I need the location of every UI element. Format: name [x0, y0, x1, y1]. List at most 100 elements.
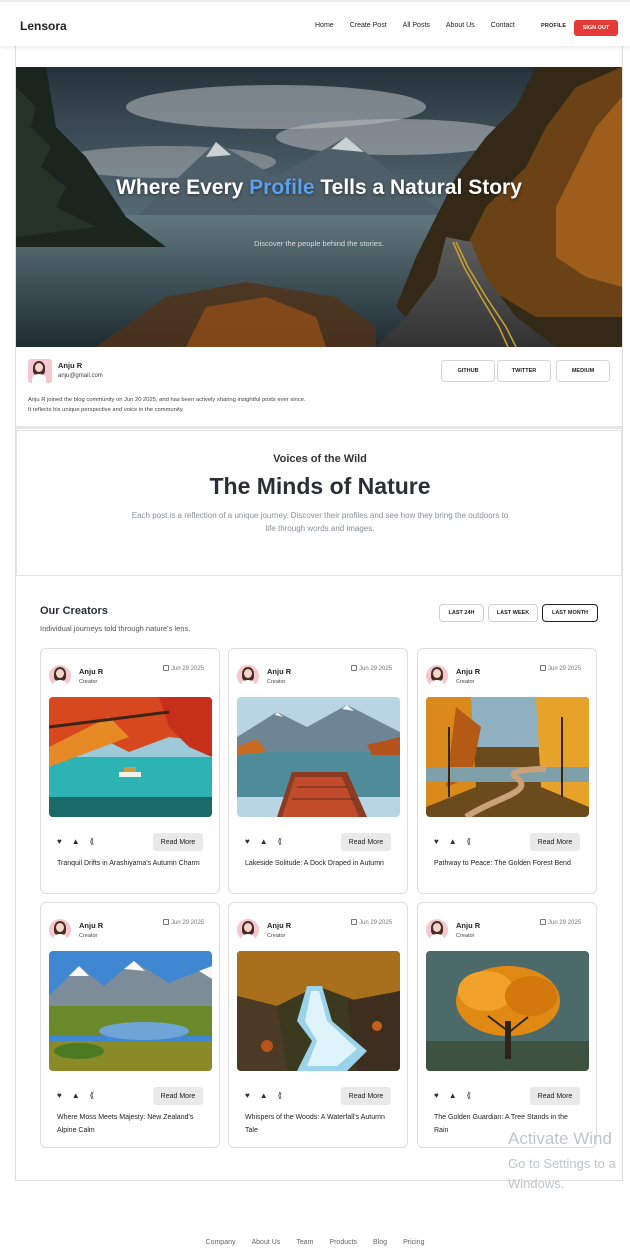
card-image[interactable] [49, 951, 212, 1071]
card-image[interactable] [237, 951, 400, 1071]
sign-out-button[interactable]: SIGN OUT [574, 20, 618, 36]
heart-icon[interactable]: ♥ [57, 1091, 62, 1100]
card-caption: Whispers of the Woods: A Waterfall's Aut… [245, 1114, 385, 1134]
card-caption: Where Moss Meets Majesty: New Zealand's … [57, 1114, 194, 1134]
card-role: Creator [267, 933, 286, 939]
read-more-button[interactable]: Read More [530, 1087, 580, 1105]
heart-icon[interactable]: ♥ [434, 837, 439, 846]
profile-name: Anju R [58, 361, 83, 370]
profile-link[interactable]: PROFILE [541, 23, 566, 29]
card-author: Anju R [267, 667, 292, 676]
twitter-button[interactable]: TWITTER [497, 360, 551, 382]
comment-icon[interactable]: ▲ [449, 1091, 457, 1100]
read-more-button[interactable]: Read More [153, 1087, 203, 1105]
comment-icon[interactable]: ▲ [260, 1091, 268, 1100]
calendar-icon [163, 665, 169, 671]
card-actions: ♥ ▲ ⟪ [245, 1091, 282, 1100]
nav-link-create-post[interactable]: Create Post [350, 22, 387, 29]
filter-last-week[interactable]: LAST WEEK [488, 604, 538, 622]
card-role: Creator [456, 933, 475, 939]
card-date-text: Jun 29 2025 [171, 920, 205, 926]
profile-strip: Anju R anju@gmail.com Anju R joined the … [16, 347, 622, 429]
hero-subtitle: Discover the people behind the stories. [254, 239, 384, 248]
hero-title-post: Tells a Natural Story [314, 176, 522, 199]
footer-link-blog[interactable]: Blog [373, 1239, 387, 1246]
post-card[interactable]: Anju R Creator Jun 29 2025 ♥ ▲ ⟪ Read Mo… [228, 902, 408, 1148]
read-more-button[interactable]: Read More [530, 833, 580, 851]
card-role: Creator [267, 679, 286, 685]
footer-link-pricing[interactable]: Pricing [403, 1239, 424, 1246]
heart-icon[interactable]: ♥ [57, 837, 62, 846]
card-author: Anju R [267, 921, 292, 930]
card-author: Anju R [456, 921, 481, 930]
avatar [49, 919, 71, 941]
brand-logo[interactable]: Lensora [20, 19, 67, 33]
share-icon[interactable]: ⟪ [90, 837, 94, 846]
profile-bio-line: It reflects his unique perspective and v… [28, 407, 184, 413]
post-card[interactable]: Anju R Creator Jun 29 2025 ♥ ▲ ⟪ Read Mo… [40, 902, 220, 1148]
read-more-button[interactable]: Read More [341, 1087, 391, 1105]
footer-link-company[interactable]: Company [206, 1239, 236, 1246]
footer-link-team[interactable]: Team [296, 1239, 313, 1246]
card-date-text: Jun 29 2025 [171, 666, 205, 672]
hero-title: Where Every Profile Tells a Natural Stor… [16, 175, 622, 200]
card-image[interactable] [426, 951, 589, 1071]
section-title: The Minds of Nature [209, 473, 431, 499]
card-date-text: Jun 29 2025 [548, 666, 582, 672]
share-icon[interactable]: ⟪ [278, 1091, 282, 1100]
comment-icon[interactable]: ▲ [72, 837, 80, 846]
comment-icon[interactable]: ▲ [260, 837, 268, 846]
nav-link-contact[interactable]: Contact [491, 22, 515, 29]
card-image[interactable] [237, 697, 400, 817]
activation-watermark-line: Go to Settings to a [508, 1156, 616, 1171]
card-date: Jun 29 2025 [163, 665, 204, 672]
filter-last-24h[interactable]: LAST 24H [439, 604, 484, 622]
card-caption: Tranquil Drifts in Arashiyama's Autumn C… [57, 860, 200, 867]
card-role: Creator [79, 679, 98, 685]
footer-links: Company About Us Team Products Blog Pric… [0, 1239, 630, 1246]
share-icon[interactable]: ⟪ [467, 837, 471, 846]
card-date-text: Jun 29 2025 [359, 666, 393, 672]
nav-link-about-us[interactable]: About Us [446, 22, 475, 29]
comment-icon[interactable]: ▲ [72, 1091, 80, 1100]
comment-icon[interactable]: ▲ [449, 837, 457, 846]
share-icon[interactable]: ⟪ [278, 837, 282, 846]
read-more-button[interactable]: Read More [153, 833, 203, 851]
heart-icon[interactable]: ♥ [245, 837, 250, 846]
share-icon[interactable]: ⟪ [90, 1091, 94, 1100]
card-role: Creator [456, 679, 475, 685]
voices-section: Voices of the Wild The Minds of Nature E… [16, 430, 622, 576]
card-date: Jun 29 2025 [351, 919, 392, 926]
profile-bio: Anju R joined the blog community on Jun … [28, 395, 305, 415]
golden-forest-image [426, 697, 589, 817]
post-card[interactable]: Anju R Creator Jun 29 2025 ♥ ▲ ⟪ Read Mo… [40, 648, 220, 894]
card-date: Jun 29 2025 [540, 665, 581, 672]
navbar: Lensora Home Create Post All Posts About… [0, 0, 630, 46]
post-card[interactable]: Anju R Creator Jun 29 2025 ♥ ▲ ⟪ Read Mo… [417, 902, 597, 1148]
footer-link-about-us[interactable]: About Us [252, 1239, 281, 1246]
heart-icon[interactable]: ♥ [434, 1091, 439, 1100]
hero-landscape-image [16, 67, 622, 347]
avatar [237, 919, 259, 941]
card-date-text: Jun 29 2025 [359, 920, 393, 926]
avatar [28, 359, 52, 383]
github-button[interactable]: GITHUB [441, 360, 495, 382]
nav-link-home[interactable]: Home [315, 22, 334, 29]
post-card[interactable]: Anju R Creator Jun 29 2025 ♥ ▲ ⟪ Read Mo… [417, 648, 597, 894]
card-image[interactable] [49, 697, 212, 817]
filter-last-month[interactable]: LAST MONTH [542, 604, 598, 622]
heart-icon[interactable]: ♥ [245, 1091, 250, 1100]
read-more-button[interactable]: Read More [341, 833, 391, 851]
post-card[interactable]: Anju R Creator Jun 29 2025 ♥ ▲ ⟪ Read Mo… [228, 648, 408, 894]
calendar-icon [351, 919, 357, 925]
card-date: Jun 29 2025 [163, 919, 204, 926]
card-author: Anju R [79, 921, 104, 930]
footer-link-products[interactable]: Products [329, 1239, 357, 1246]
card-role: Creator [79, 933, 98, 939]
nav-link-all-posts[interactable]: All Posts [403, 22, 430, 29]
activation-watermark: Activate Wind [508, 1129, 612, 1148]
medium-button[interactable]: MEDIUM [556, 360, 610, 382]
card-image[interactable] [426, 697, 589, 817]
card-actions: ♥ ▲ ⟪ [434, 1091, 471, 1100]
share-icon[interactable]: ⟪ [467, 1091, 471, 1100]
